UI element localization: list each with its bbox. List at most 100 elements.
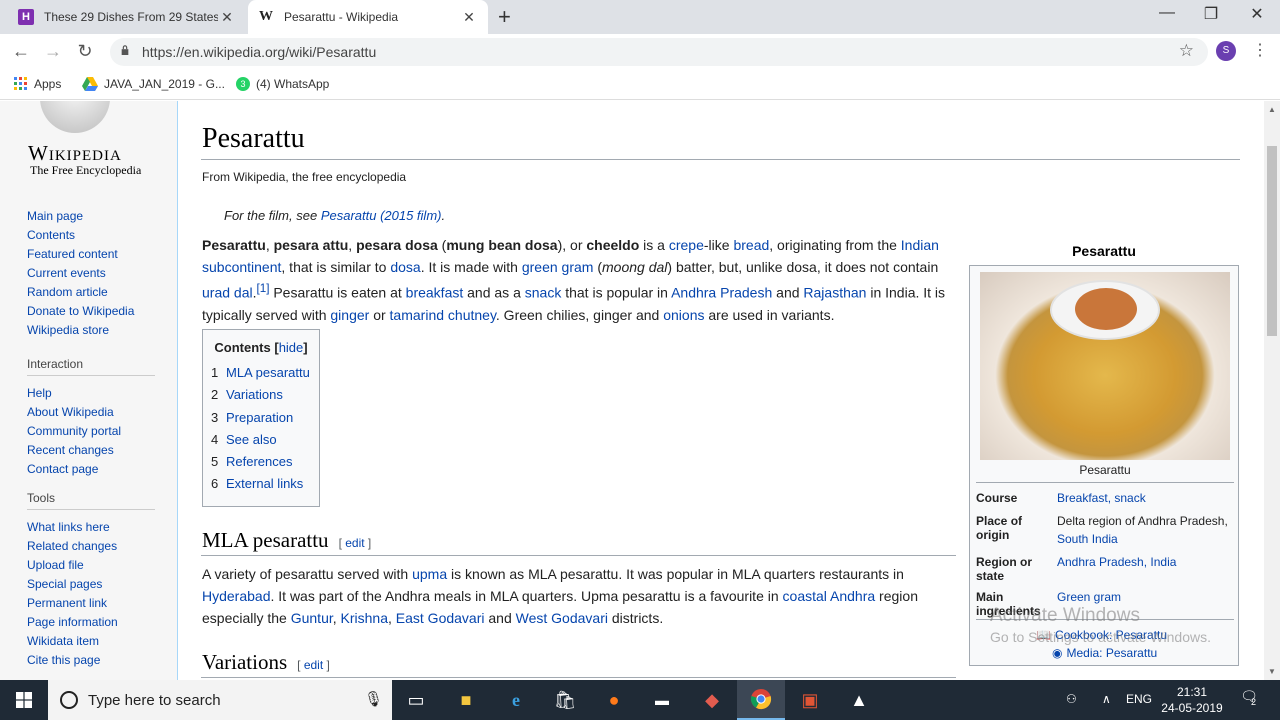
- taskbar-search[interactable]: Type here to search 🎙: [48, 680, 392, 720]
- close-window-button[interactable]: ✕: [1234, 4, 1280, 24]
- nav-link[interactable]: Current events: [27, 264, 162, 283]
- nav-link[interactable]: Wikipedia store: [27, 321, 162, 340]
- notification-count: 2: [1251, 697, 1257, 707]
- microphone-icon[interactable]: 🎙: [364, 690, 383, 708]
- nav-link[interactable]: Community portal: [27, 422, 162, 441]
- terminal-icon[interactable]: ▬: [638, 680, 686, 720]
- web-page: Wikipedia The Free Encyclopedia Main pag…: [0, 101, 1264, 680]
- bookmark-label: (4) WhatsApp: [256, 77, 330, 91]
- pesarattu-photo[interactable]: [980, 272, 1230, 460]
- browser-menu-icon[interactable]: ⋮: [1252, 40, 1268, 60]
- cortana-icon: [60, 691, 78, 709]
- toc-item[interactable]: 4 See also: [211, 429, 311, 451]
- bookmark-star-icon[interactable]: ☆: [1179, 41, 1194, 61]
- table-of-contents: Contents [hide] 1 MLA pesarattu 2 Variatio…: [202, 329, 320, 507]
- toc-hide-link[interactable]: hide: [279, 340, 304, 355]
- profile-avatar[interactable]: S: [1216, 41, 1236, 61]
- nav-link[interactable]: What links here: [27, 518, 162, 537]
- toc-item[interactable]: 2 Variations: [211, 384, 311, 406]
- toc-item[interactable]: 3 Preparation: [211, 407, 311, 429]
- bookmark-apps[interactable]: Apps: [14, 77, 61, 91]
- edit-section-link[interactable]: [ edit ]: [339, 536, 372, 550]
- task-view-icon[interactable]: ▭: [392, 680, 440, 720]
- whatsapp-icon: 3: [236, 77, 250, 91]
- media-link[interactable]: ◉ Media: Pesarattu: [1052, 646, 1157, 660]
- tray-chevron-icon[interactable]: ∧: [1102, 692, 1111, 706]
- nav-link[interactable]: Help: [27, 384, 162, 403]
- reload-button[interactable]: ↻: [74, 41, 96, 62]
- google-drive-icon: [82, 77, 98, 91]
- nav-heading: Tools: [27, 491, 155, 510]
- bookmark-java-jan[interactable]: JAVA_JAN_2019 - G...: [82, 77, 225, 91]
- nav-link[interactable]: Related changes: [27, 537, 162, 556]
- powerpoint-icon[interactable]: ▣: [786, 680, 834, 720]
- edge-icon[interactable]: e: [492, 680, 540, 720]
- close-tab-icon[interactable]: ✕: [218, 9, 236, 26]
- bookmark-whatsapp[interactable]: 3 (4) WhatsApp: [236, 77, 329, 91]
- hatnote-link[interactable]: Pesarattu (2015 film): [321, 208, 442, 223]
- hatnote-text: For the film, see: [224, 208, 321, 223]
- tab-strip: H These 29 Dishes From 29 States ✕ W Pes…: [0, 0, 1280, 34]
- new-tab-button[interactable]: +: [498, 6, 511, 28]
- scroll-down-icon[interactable]: ▼: [1268, 667, 1276, 676]
- nav-link[interactable]: Contact page: [27, 460, 162, 479]
- nav-main: Main page Contents Featured content Curr…: [27, 207, 162, 340]
- action-center-icon[interactable]: 🗨 2: [1238, 688, 1260, 710]
- nav-link[interactable]: Main page: [27, 207, 162, 226]
- restore-button[interactable]: ❐: [1188, 4, 1234, 24]
- bookmark-label: JAVA_JAN_2019 - G...: [104, 77, 225, 91]
- start-button[interactable]: [0, 680, 48, 720]
- minimize-button[interactable]: —: [1144, 4, 1190, 22]
- nav-link[interactable]: Wikidata item: [27, 632, 162, 651]
- tab-pesarattu[interactable]: W Pesarattu - Wikipedia ✕: [248, 0, 488, 34]
- nav-link[interactable]: Contents: [27, 226, 162, 245]
- people-icon[interactable]: ⚇: [1066, 692, 1077, 706]
- site-subtitle: From Wikipedia, the free encyclopedia: [202, 170, 407, 184]
- toc-item[interactable]: 1 MLA pesarattu: [211, 362, 311, 384]
- file-explorer-icon[interactable]: ■: [442, 680, 490, 720]
- page-scrollbar[interactable]: ▲ ▼: [1264, 101, 1280, 680]
- clock-time: 21:31: [1176, 685, 1208, 699]
- scroll-thumb[interactable]: [1267, 146, 1277, 336]
- forward-button[interactable]: →: [42, 41, 64, 62]
- section-divider: [201, 555, 956, 556]
- address-bar[interactable]: https://en.wikipedia.org/wiki/Pesarattu …: [110, 38, 1208, 66]
- browser-toolbar: ← → ↻ https://en.wikipedia.org/wiki/Pesa…: [0, 34, 1280, 70]
- windows-taskbar: Type here to search 🎙 ▭ ■ e 🛍 ● ▬ ◆ ▣ ▲ …: [0, 680, 1280, 720]
- article-content: Pesarattu From Wikipedia, the free encyc…: [177, 101, 1264, 680]
- wikipedia-favicon-icon: W: [259, 9, 273, 24]
- lock-icon: [121, 45, 129, 55]
- close-tab-icon[interactable]: ✕: [460, 9, 478, 26]
- section-divider: [201, 677, 956, 678]
- edit-section-link[interactable]: [ edit ]: [297, 658, 330, 672]
- back-button[interactable]: ←: [10, 41, 32, 62]
- scroll-up-icon[interactable]: ▲: [1268, 105, 1276, 114]
- bookmarks-bar: Apps JAVA_JAN_2019 - G... 3 (4) WhatsApp: [0, 70, 1280, 100]
- nav-link[interactable]: Recent changes: [27, 441, 162, 460]
- nav-link[interactable]: Cite this page: [27, 651, 162, 670]
- store-icon[interactable]: 🛍: [541, 680, 589, 720]
- chrome-icon[interactable]: [737, 680, 785, 720]
- toc-item[interactable]: 5 References: [211, 451, 311, 473]
- photos-icon[interactable]: ▲: [835, 680, 883, 720]
- nav-link[interactable]: Special pages: [27, 575, 162, 594]
- wiki-sidebar: Wikipedia The Free Encyclopedia Main pag…: [0, 101, 176, 680]
- tab-29-dishes[interactable]: H These 29 Dishes From 29 States ✕: [8, 0, 246, 34]
- nav-link[interactable]: About Wikipedia: [27, 403, 162, 422]
- nav-link[interactable]: Page information: [27, 613, 162, 632]
- puzzle-globe-icon: [40, 101, 110, 133]
- language-indicator[interactable]: ENG: [1126, 692, 1152, 706]
- mla-paragraph: A variety of pesarattu served with upma …: [202, 566, 918, 626]
- pdf-app-icon[interactable]: ◆: [688, 680, 736, 720]
- nav-link[interactable]: Donate to Wikipedia: [27, 302, 162, 321]
- huffpost-favicon-icon: H: [18, 9, 34, 25]
- nav-link[interactable]: Featured content: [27, 245, 162, 264]
- clock-date: 24-05-2019: [1161, 701, 1223, 715]
- system-clock[interactable]: 21:31 24-05-2019: [1160, 684, 1224, 716]
- nav-link[interactable]: Random article: [27, 283, 162, 302]
- toc-item[interactable]: 6 External links: [211, 473, 311, 495]
- firefox-icon[interactable]: ●: [590, 680, 638, 720]
- nav-link[interactable]: Upload file: [27, 556, 162, 575]
- nav-link[interactable]: Permanent link: [27, 594, 162, 613]
- chutney: [1075, 288, 1137, 330]
